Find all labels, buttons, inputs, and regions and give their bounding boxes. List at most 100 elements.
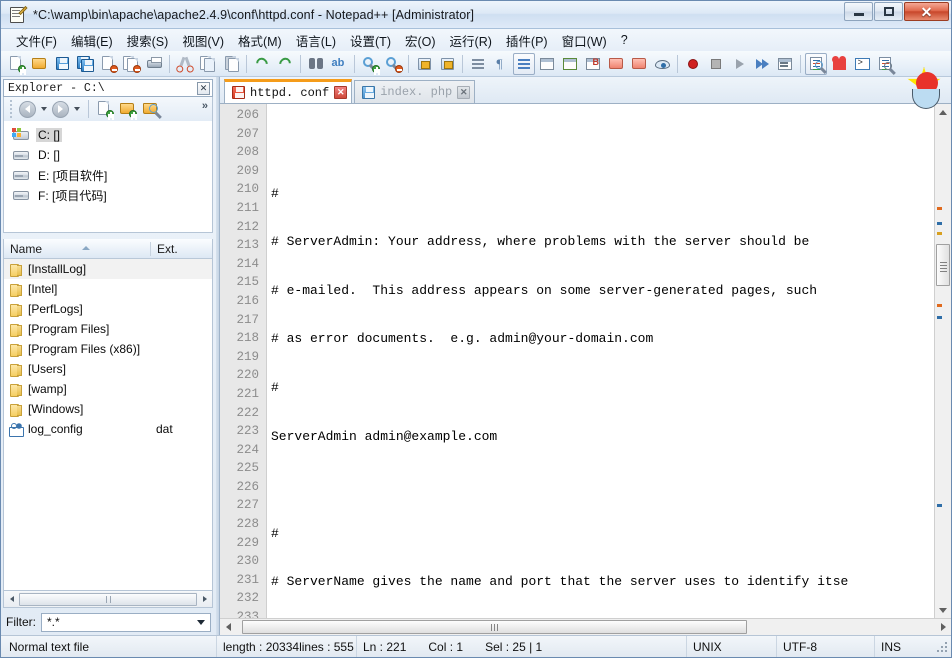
user-define-dialog-icon[interactable] (536, 53, 558, 75)
function-list-icon[interactable]: B (582, 53, 604, 75)
copy-icon[interactable] (197, 53, 219, 75)
zoom-in-icon[interactable] (359, 53, 381, 75)
code-text[interactable]: # # ServerAdmin: Your address, where pro… (267, 104, 934, 618)
sync-horizontal-icon[interactable] (436, 53, 458, 75)
console-icon[interactable] (851, 53, 873, 75)
sync-vertical-icon[interactable] (413, 53, 435, 75)
menu-macro[interactable]: 宏(O) (398, 29, 443, 52)
play-macro-icon[interactable] (728, 53, 750, 75)
scroll-right-icon[interactable] (197, 592, 212, 607)
menu-view[interactable]: 视图(V) (175, 29, 231, 52)
undo-icon[interactable] (251, 53, 273, 75)
tab-close-icon[interactable]: ✕ (457, 85, 471, 99)
cut-icon[interactable] (174, 53, 196, 75)
drive-item-e[interactable]: E: [项目软件] (10, 165, 212, 185)
open-file-icon[interactable] (28, 53, 50, 75)
resize-grip[interactable] (935, 640, 949, 654)
list-item[interactable]: [PerfLogs] (4, 299, 212, 319)
save-all-icon[interactable] (74, 53, 96, 75)
find-icon[interactable] (305, 53, 327, 75)
list-item[interactable]: log_config dat (4, 419, 212, 439)
explorer-horizontal-scrollbar[interactable] (3, 591, 213, 608)
scroll-thumb[interactable] (19, 592, 197, 606)
column-header-name[interactable]: Name (4, 242, 150, 256)
list-item[interactable]: [Program Files] (4, 319, 212, 339)
menu-run[interactable]: 运行(R) (443, 29, 499, 52)
record-macro-icon[interactable] (682, 53, 704, 75)
scroll-thumb[interactable] (242, 620, 747, 634)
column-header-ext[interactable]: Ext. (150, 241, 212, 256)
scroll-left-icon[interactable] (4, 592, 19, 607)
word-wrap-icon[interactable] (467, 53, 489, 75)
menu-edit[interactable]: 编辑(E) (64, 29, 120, 52)
code-area[interactable]: 206 207 208 209 210 211 212 213 214 215 … (220, 104, 934, 618)
zoom-out-icon[interactable] (382, 53, 404, 75)
explorer-overflow-chevrons[interactable]: » (202, 100, 208, 112)
print-icon[interactable] (143, 53, 165, 75)
scroll-track[interactable] (236, 619, 935, 635)
list-item[interactable]: [InstallLog] (4, 259, 212, 279)
explorer-close-icon[interactable]: ✕ (197, 81, 210, 95)
forward-history-chevron-down-icon[interactable] (74, 107, 80, 111)
list-item[interactable]: [Program Files (x86)] (4, 339, 212, 359)
save-icon[interactable] (51, 53, 73, 75)
close-button[interactable]: ✕ (904, 2, 949, 21)
folder-as-workspace-icon[interactable] (605, 53, 627, 75)
maximize-button[interactable] (874, 2, 903, 21)
drive-item-c[interactable]: C: [] (10, 125, 212, 145)
preview-icon[interactable] (651, 53, 673, 75)
back-icon[interactable] (19, 100, 36, 118)
menu-window[interactable]: 窗口(W) (555, 29, 614, 52)
list-item[interactable]: [wamp] (4, 379, 212, 399)
add-folder-icon[interactable] (119, 101, 137, 118)
list-item[interactable]: [Intel] (4, 279, 212, 299)
scroll-left-icon[interactable] (220, 619, 236, 635)
filter-combobox[interactable]: *.* (41, 612, 211, 632)
show-doc-map-icon[interactable] (559, 53, 581, 75)
editor-vertical-scrollbar[interactable] (934, 104, 951, 618)
scroll-right-icon[interactable] (935, 619, 951, 635)
menu-format[interactable]: 格式(M) (231, 29, 289, 52)
redo-icon[interactable] (274, 53, 296, 75)
favorites-icon[interactable] (828, 53, 850, 75)
menu-help[interactable]: ? (614, 31, 635, 49)
drive-item-f[interactable]: F: [项目代码] (10, 185, 212, 205)
scroll-track[interactable] (19, 591, 197, 607)
show-all-chars-icon[interactable]: ¶ (490, 53, 512, 75)
menu-language[interactable]: 语言(L) (289, 29, 343, 52)
menu-settings[interactable]: 设置(T) (343, 29, 398, 52)
menu-file[interactable]: 文件(F) (9, 29, 64, 52)
menu-search[interactable]: 搜索(S) (120, 29, 176, 52)
drive-item-d[interactable]: D: [] (10, 145, 212, 165)
replace-icon[interactable]: ab (328, 53, 350, 75)
stop-macro-icon[interactable] (705, 53, 727, 75)
scroll-up-icon[interactable] (935, 104, 951, 120)
minimize-button[interactable] (844, 2, 873, 21)
save-macro-icon[interactable] (774, 53, 796, 75)
back-history-chevron-down-icon[interactable] (41, 107, 47, 111)
list-item[interactable]: [Users] (4, 359, 212, 379)
scroll-thumb[interactable] (936, 244, 950, 286)
close-file-icon[interactable] (97, 53, 119, 75)
new-file-icon[interactable] (5, 53, 27, 75)
play-multiple-icon[interactable] (751, 53, 773, 75)
tab-index-php[interactable]: index. php ✕ (354, 80, 476, 103)
add-file-icon[interactable] (96, 101, 114, 118)
tab-close-icon[interactable]: ✕ (334, 86, 348, 99)
chevron-down-icon[interactable] (197, 619, 205, 625)
scroll-down-icon[interactable] (935, 602, 951, 618)
hex-view-icon[interactable] (874, 53, 896, 75)
explorer-panel-icon[interactable] (805, 52, 827, 75)
open-folder-icon[interactable] (142, 101, 159, 117)
document-switcher-icon[interactable] (628, 53, 650, 75)
explorer-panel: Explorer - C:\ ✕ » C: [] D: [] E: [项目软件]… (1, 77, 216, 635)
list-item[interactable]: [Windows] (4, 399, 212, 419)
tab-httpd-conf[interactable]: httpd. conf ✕ (224, 79, 353, 103)
indent-guide-icon[interactable] (513, 52, 535, 75)
editor-horizontal-scrollbar[interactable] (220, 618, 951, 635)
menu-plugins[interactable]: 插件(P) (499, 29, 555, 52)
close-all-icon[interactable] (120, 53, 142, 75)
paste-icon[interactable] (220, 53, 242, 75)
toolbar-grip[interactable] (10, 100, 14, 118)
forward-icon[interactable] (52, 100, 69, 118)
